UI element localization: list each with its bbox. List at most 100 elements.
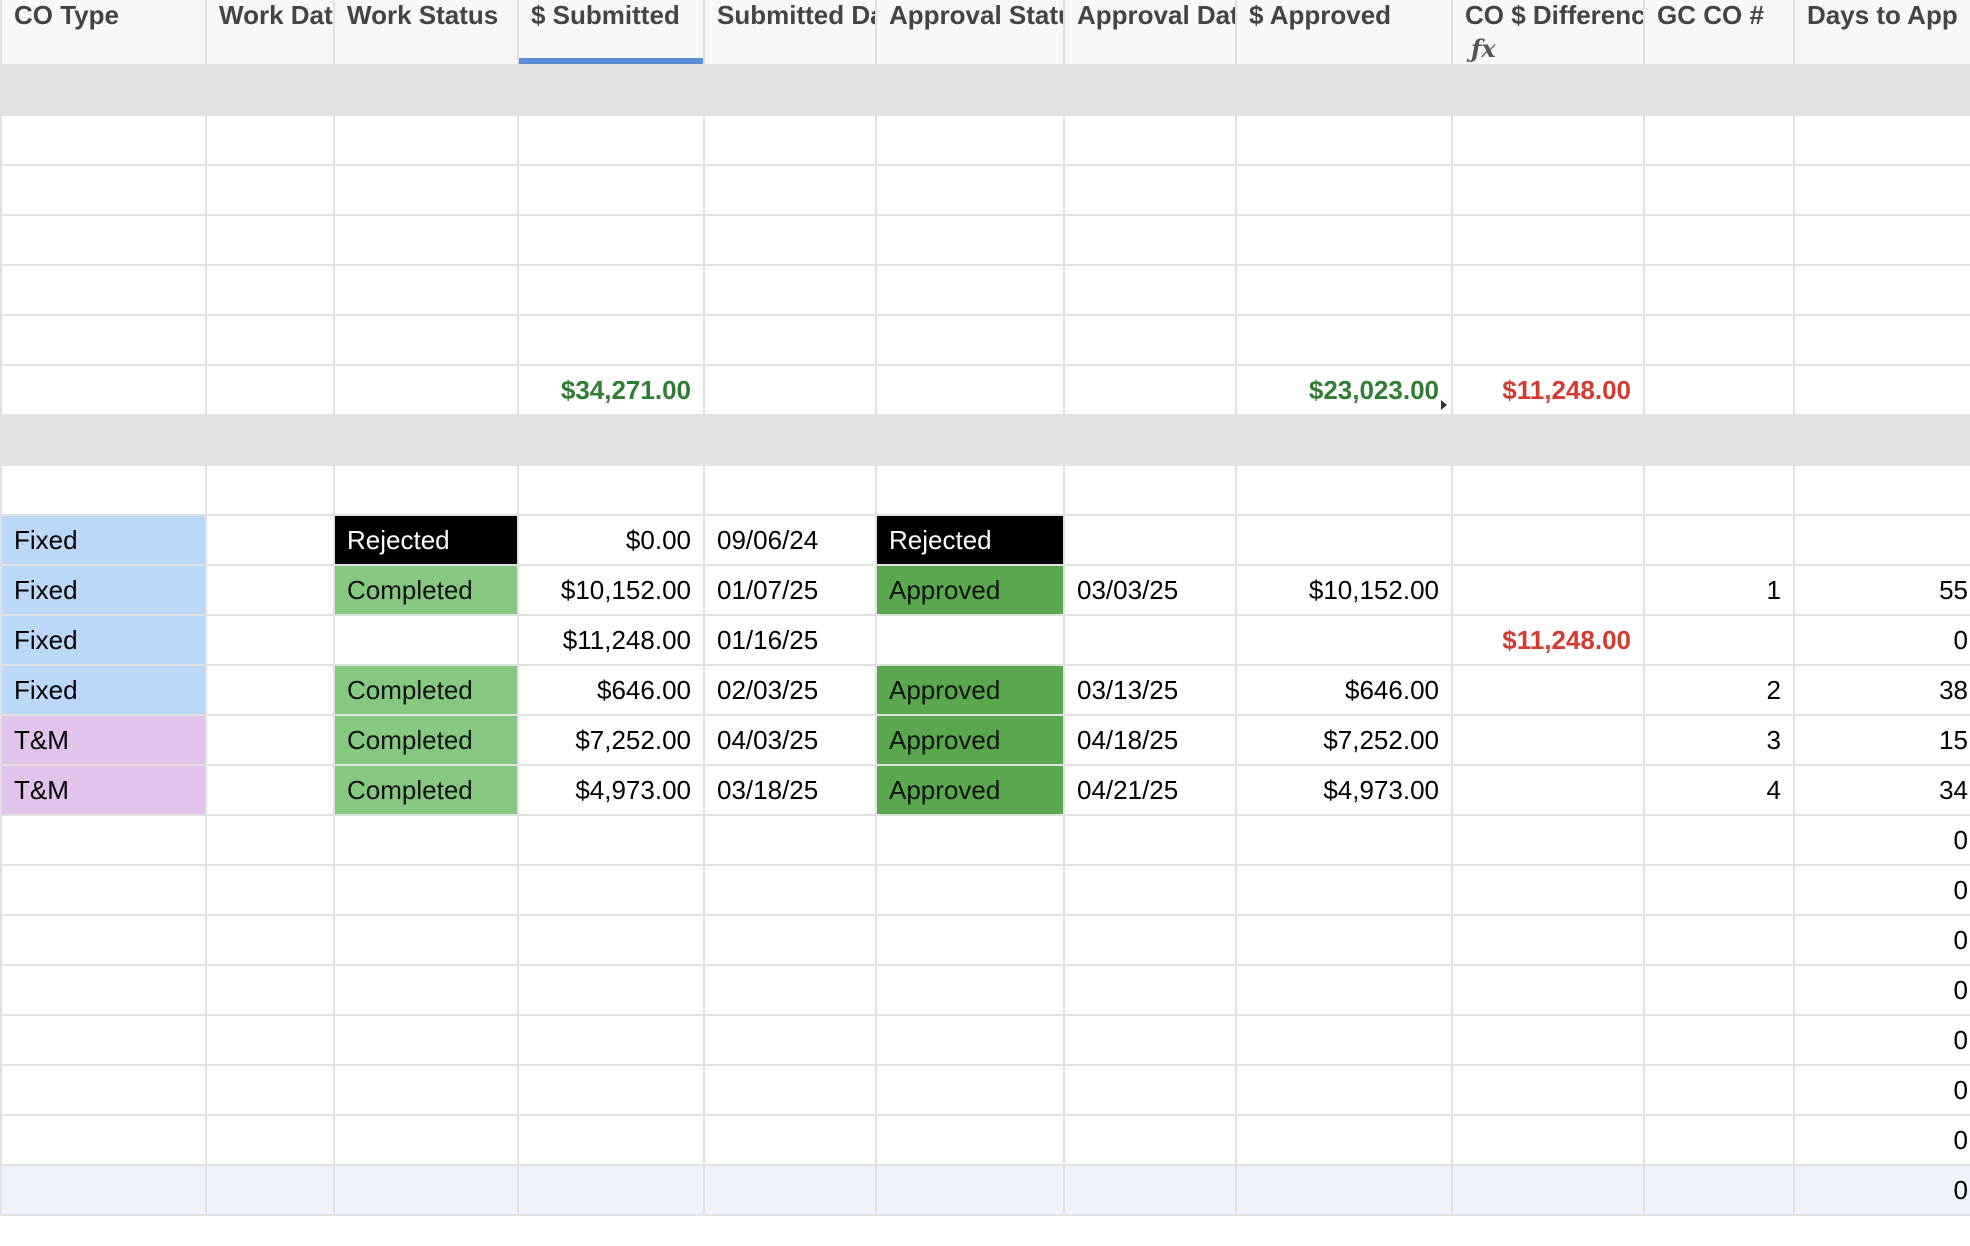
work-date-cell[interactable] — [206, 665, 335, 716]
cell[interactable] — [1794, 115, 1970, 166]
cell[interactable] — [1644, 165, 1795, 216]
cell[interactable] — [876, 1165, 1065, 1216]
cell[interactable] — [334, 915, 519, 966]
cell[interactable] — [1452, 1115, 1645, 1166]
cell[interactable] — [1452, 165, 1645, 216]
submitted-date-cell[interactable]: 01/07/25 — [704, 565, 877, 616]
approval-date-cell[interactable]: 03/03/25 — [1064, 565, 1237, 616]
cell[interactable] — [1236, 415, 1453, 466]
co-difference-cell[interactable] — [1452, 665, 1645, 716]
submitted-date-cell[interactable]: 09/06/24 — [704, 515, 877, 566]
cell[interactable] — [1644, 965, 1795, 1016]
days-to-approval-cell[interactable]: 0 — [1794, 615, 1970, 666]
cell[interactable] — [704, 215, 877, 266]
work-date-cell[interactable] — [206, 515, 335, 566]
cell[interactable] — [876, 415, 1065, 466]
co-type-cell[interactable]: T&M — [0, 765, 207, 816]
cell[interactable] — [704, 65, 877, 116]
cell[interactable] — [206, 365, 335, 416]
cell[interactable] — [518, 315, 705, 366]
work-status-cell[interactable]: Completed — [334, 665, 519, 716]
cell[interactable] — [1644, 265, 1795, 316]
cell[interactable] — [334, 965, 519, 1016]
cell[interactable] — [704, 815, 877, 866]
approval-date-cell[interactable] — [1064, 615, 1237, 666]
cell[interactable] — [206, 165, 335, 216]
header-co-difference[interactable]: CO $ Difference ƒx — [1452, 0, 1645, 66]
cell[interactable] — [1644, 865, 1795, 916]
cell[interactable] — [518, 1115, 705, 1166]
cell[interactable] — [334, 65, 519, 116]
approved-amount-cell[interactable]: $10,152.00 — [1236, 565, 1453, 616]
approval-date-cell[interactable] — [1064, 515, 1237, 566]
cell[interactable] — [1452, 415, 1645, 466]
cell[interactable] — [1794, 315, 1970, 366]
cell[interactable] — [206, 1065, 335, 1116]
cell[interactable] — [876, 315, 1065, 366]
cell[interactable] — [0, 1115, 207, 1166]
cell[interactable] — [334, 365, 519, 416]
cell[interactable] — [0, 265, 207, 316]
days-to-approval-cell[interactable]: 0 — [1794, 915, 1970, 966]
cell[interactable] — [876, 815, 1065, 866]
cell[interactable] — [0, 465, 207, 516]
cell[interactable] — [1236, 465, 1453, 516]
header-submitted-date[interactable]: Submitted Date — [704, 0, 877, 66]
cell[interactable] — [518, 865, 705, 916]
work-date-cell[interactable] — [206, 615, 335, 666]
cell[interactable] — [704, 1115, 877, 1166]
cell[interactable] — [1644, 315, 1795, 366]
cell[interactable] — [1236, 165, 1453, 216]
cell[interactable] — [1452, 815, 1645, 866]
work-date-cell[interactable] — [206, 715, 335, 766]
cell[interactable] — [1064, 865, 1237, 916]
cell[interactable] — [1794, 265, 1970, 316]
days-to-approval-cell[interactable]: 0 — [1794, 1015, 1970, 1066]
co-type-cell[interactable]: Fixed — [0, 615, 207, 666]
approval-date-cell[interactable]: 04/21/25 — [1064, 765, 1237, 816]
cell[interactable] — [518, 265, 705, 316]
days-to-approval-cell[interactable]: 0 — [1794, 1065, 1970, 1116]
cell[interactable] — [206, 965, 335, 1016]
cell[interactable] — [518, 965, 705, 1016]
cell[interactable] — [876, 265, 1065, 316]
cell[interactable] — [334, 1065, 519, 1116]
cell[interactable] — [876, 1015, 1065, 1066]
cell[interactable] — [876, 1065, 1065, 1116]
cell[interactable] — [1064, 1015, 1237, 1066]
cell[interactable] — [704, 965, 877, 1016]
header-submitted-amount[interactable]: $ Submitted — [518, 0, 705, 66]
cell[interactable] — [704, 865, 877, 916]
submitted-date-cell[interactable]: 03/18/25 — [704, 765, 877, 816]
cell[interactable] — [1064, 815, 1237, 866]
cell[interactable] — [704, 165, 877, 216]
cell[interactable] — [704, 1165, 877, 1216]
cell[interactable] — [206, 1165, 335, 1216]
cell[interactable] — [1064, 1165, 1237, 1216]
cell[interactable] — [1794, 365, 1970, 416]
cell[interactable] — [704, 1065, 877, 1116]
cell[interactable] — [0, 65, 207, 116]
cell[interactable] — [518, 1065, 705, 1116]
gc-co-number-cell[interactable] — [1644, 615, 1795, 666]
cell[interactable] — [704, 365, 877, 416]
cell[interactable] — [334, 265, 519, 316]
cell[interactable] — [1452, 265, 1645, 316]
cell[interactable] — [1452, 465, 1645, 516]
work-status-cell[interactable]: Completed — [334, 715, 519, 766]
cell[interactable] — [0, 165, 207, 216]
cell[interactable] — [1064, 365, 1237, 416]
cell[interactable] — [1452, 215, 1645, 266]
cell[interactable] — [1064, 265, 1237, 316]
submitted-amount-cell[interactable]: $646.00 — [518, 665, 705, 716]
cell[interactable] — [1064, 115, 1237, 166]
work-date-cell[interactable] — [206, 565, 335, 616]
cell[interactable] — [1452, 1065, 1645, 1116]
approval-status-cell[interactable] — [876, 615, 1065, 666]
cell[interactable] — [334, 215, 519, 266]
gc-co-number-cell[interactable]: 2 — [1644, 665, 1795, 716]
cell[interactable] — [0, 1065, 207, 1116]
cell[interactable] — [1644, 915, 1795, 966]
cell[interactable] — [1794, 465, 1970, 516]
gc-co-number-cell[interactable] — [1644, 515, 1795, 566]
